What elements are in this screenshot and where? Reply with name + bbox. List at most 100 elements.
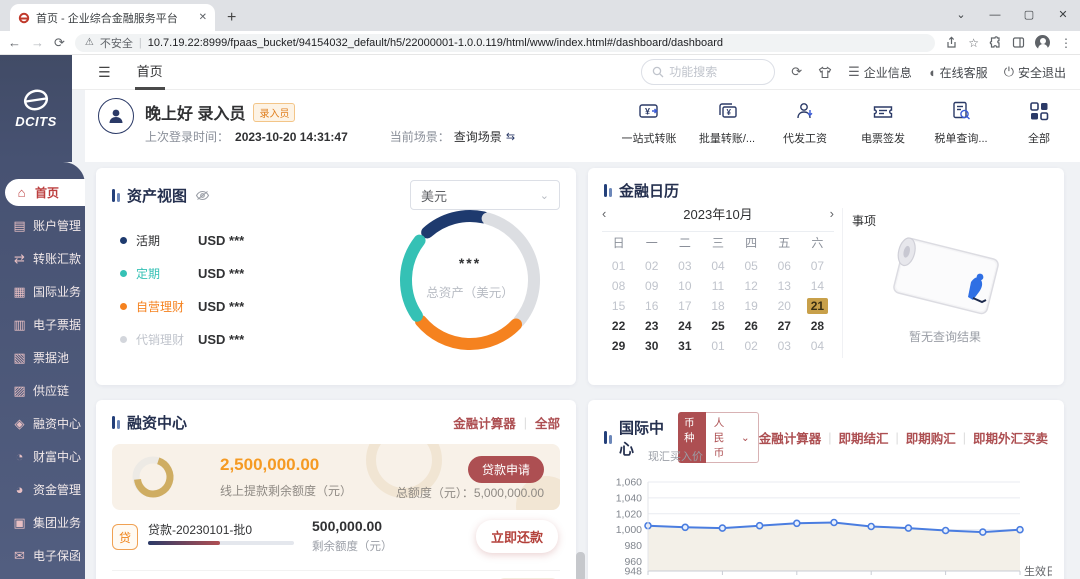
loan-apply-button[interactable]: 贷款申请 [468,456,544,483]
calendar-day-31[interactable]: 31 [668,336,701,356]
extensions-puzzle-icon[interactable] [989,36,1002,49]
calendar-day-22[interactable]: 22 [602,316,635,336]
calendar-next-icon[interactable]: › [814,206,834,221]
sidebar-item-10[interactable]: ▣集团业务 [0,506,85,539]
sidebar-item-8[interactable]: ◔财富中心 [0,440,85,473]
scene-switch-icon[interactable]: ⇆ [506,130,515,143]
calendar-day-06[interactable]: 06 [768,256,801,276]
intl-link-0[interactable]: 金融计算器 [759,428,822,447]
sidebar-item-7[interactable]: ◈融资中心 [0,407,85,440]
calendar-day-01[interactable]: 01 [701,336,734,356]
calendar-day-15[interactable]: 15 [602,296,635,316]
tab-home[interactable]: 首页 [135,55,165,90]
calendar-day-26[interactable]: 26 [735,316,768,336]
reload-icon[interactable]: ⟳ [54,35,65,51]
calendar-day-30[interactable]: 30 [635,336,668,356]
forward-icon[interactable]: → [31,35,44,50]
calendar-day-27[interactable]: 27 [768,316,801,336]
function-search[interactable] [641,59,775,85]
sidebar-menu: ⌂首页 ▤账户管理⇄转账汇款▦国际业务▥电子票据▧票据池▨供应链◈融资中心◔财富中… [0,162,85,579]
calendar-day-16[interactable]: 16 [635,296,668,316]
tab-close-icon[interactable]: ✕ [199,12,207,23]
sidebar-item-1[interactable]: ▤账户管理 [0,209,85,242]
calendar-day-24[interactable]: 24 [668,316,701,336]
loan-list-scrollbar[interactable] [576,552,585,579]
quick-action-0[interactable]: ¥一站式转账 [620,100,678,146]
browser-toolbar: ← → ⟳ ⚠ 不安全 | 10.7.19.22:8999/fpaas_buck… [0,31,1080,55]
panel-title-bars-icon [604,431,612,444]
calendar-day-14[interactable]: 14 [801,276,834,296]
calendar-day-20[interactable]: 20 [768,296,801,316]
calendar-day-03[interactable]: 03 [668,256,701,276]
calendar-day-04[interactable]: 04 [801,336,834,356]
calendar-day-08[interactable]: 08 [602,276,635,296]
quick-action-5[interactable]: 全部 [1010,100,1068,146]
new-tab-button[interactable]: + [227,9,236,27]
finance-link-0[interactable]: 金融计算器 [453,413,516,432]
quick-action-1[interactable]: ¥批量转账/... [698,100,756,146]
legend-value: USD *** [198,266,244,281]
side-panel-icon[interactable] [1012,36,1025,49]
browser-tab[interactable]: 首页 - 企业综合金融服务平台 ✕ [10,4,215,31]
window-close-icon[interactable]: ✕ [1046,0,1080,31]
sidebar-item-4[interactable]: ▥电子票据 [0,308,85,341]
intl-link-2[interactable]: 即期购汇 [906,428,956,447]
refresh-icon[interactable]: ⟳ [791,64,802,80]
quick-action-4[interactable]: 税单查询... [932,100,990,146]
calendar-day-23[interactable]: 23 [635,316,668,336]
sidebar-item-2[interactable]: ⇄转账汇款 [0,242,85,275]
address-bar[interactable]: ⚠ 不安全 | 10.7.19.22:8999/fpaas_bucket/941… [75,34,935,52]
calendar-day-21-today[interactable]: 21 [801,296,834,316]
calendar-day-13[interactable]: 13 [768,276,801,296]
calendar-day-02[interactable]: 02 [635,256,668,276]
calendar-prev-icon[interactable]: ‹ [602,206,622,221]
quick-action-label: 税单查询... [934,130,987,146]
eye-off-icon[interactable] [195,190,210,201]
sidebar-item-9[interactable]: ◕资金管理 [0,473,85,506]
calendar-day-05[interactable]: 05 [735,256,768,276]
calendar-day-19[interactable]: 19 [735,296,768,316]
tab-search-icon[interactable]: ⌄ [944,0,978,31]
dashboard-content: 资产视图 美元 ⌄ 活期USD ***定期USD ***自营理财USD ***代… [85,162,1080,579]
skin-theme-icon[interactable] [818,66,832,79]
intl-link-1[interactable]: 即期结汇 [838,428,888,447]
calendar-day-03[interactable]: 03 [768,336,801,356]
calendar-day-25[interactable]: 25 [701,316,734,336]
legend-label: 自营理财 [136,298,198,315]
calendar-day-07[interactable]: 07 [801,256,834,276]
online-service-link[interactable]: ◖在线客服 [928,64,988,81]
finance-link-1[interactable]: 全部 [535,413,560,432]
calendar-day-18[interactable]: 18 [701,296,734,316]
calendar-day-09[interactable]: 09 [635,276,668,296]
calendar-day-29[interactable]: 29 [602,336,635,356]
sidebar-item-11[interactable]: ✉电子保函 [0,539,85,572]
calendar-day-17[interactable]: 17 [668,296,701,316]
window-maximize-icon[interactable]: ▢ [1012,0,1046,31]
search-input[interactable] [669,65,759,79]
calendar-day-28[interactable]: 28 [801,316,834,336]
safe-logout-link[interactable]: ⏻安全退出 [1004,64,1066,81]
quick-action-3[interactable]: 电票签发 [854,100,912,146]
profile-avatar[interactable] [1035,35,1050,50]
enterprise-info-link[interactable]: ☰企业信息 [848,64,912,81]
calendar-day-10[interactable]: 10 [668,276,701,296]
repay-now-button[interactable]: 立即还款 [476,520,558,553]
calendar-day-04[interactable]: 04 [701,256,734,276]
intl-link-3[interactable]: 即期外汇买卖 [973,428,1048,447]
collapse-menu-icon[interactable]: ☰ [98,64,111,81]
browser-menu-icon[interactable]: ⋮ [1060,36,1072,50]
sidebar-item-3[interactable]: ▦国际业务 [0,275,85,308]
bookmark-star-icon[interactable]: ☆ [968,36,979,50]
sidebar-item-5[interactable]: ▧票据池 [0,341,85,374]
calendar-day-02[interactable]: 02 [735,336,768,356]
share-icon[interactable] [945,36,958,49]
quick-action-2[interactable]: 代发工资 [776,100,834,146]
back-icon[interactable]: ← [8,35,21,50]
window-minimize-icon[interactable]: — [978,0,1012,31]
sidebar-item-6[interactable]: ▨供应链 [0,374,85,407]
sidebar-item-0[interactable]: ⌂首页 [5,179,85,206]
calendar-day-12[interactable]: 12 [735,276,768,296]
calendar-day-11[interactable]: 11 [701,276,734,296]
financing-icon: ◈ [12,416,27,432]
calendar-day-01[interactable]: 01 [602,256,635,276]
